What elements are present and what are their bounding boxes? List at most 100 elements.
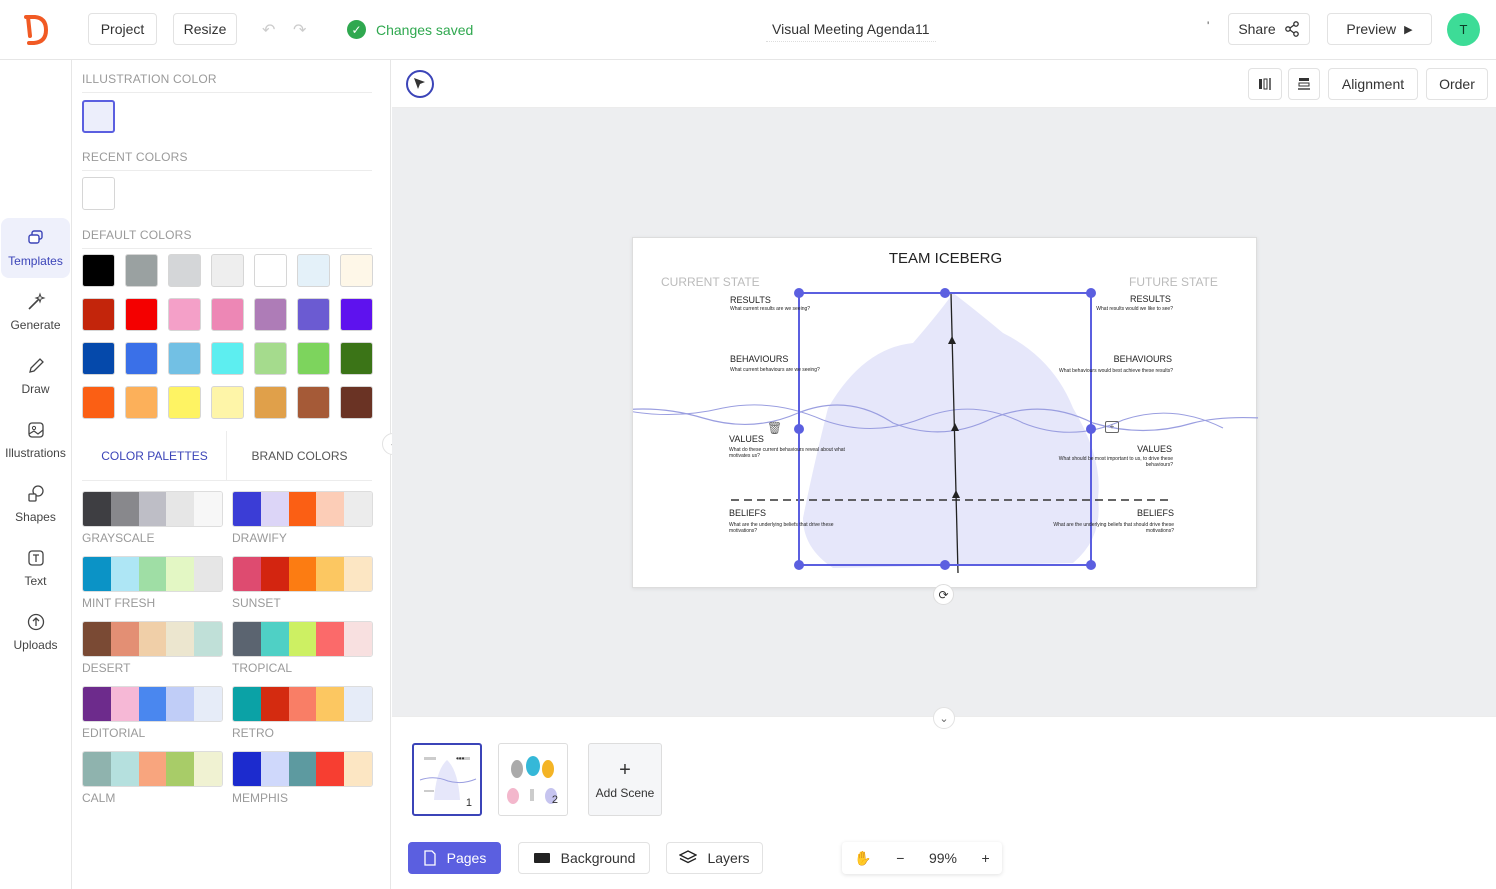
right-behaviours-text[interactable]: What behaviours would best achieve these… <box>1023 368 1173 374</box>
default-color-swatch[interactable] <box>125 298 158 331</box>
right-behaviours-label[interactable]: BEHAVIOURS <box>1103 354 1172 364</box>
scene-thumbnail[interactable]: 2 <box>498 743 568 816</box>
user-avatar[interactable]: T <box>1447 13 1480 46</box>
trash-icon[interactable]: 🗑 <box>767 421 782 435</box>
current-state-heading[interactable]: CURRENT STATE <box>661 275 760 289</box>
left-results-text[interactable]: What current results are we seeing? <box>730 306 850 312</box>
default-color-swatch[interactable] <box>211 298 244 331</box>
default-color-swatch[interactable] <box>297 386 330 419</box>
default-color-swatch[interactable] <box>297 298 330 331</box>
rotate-handle-icon[interactable]: ⟳ <box>933 584 954 605</box>
rail-item-shapes[interactable]: Shapes <box>1 474 70 534</box>
default-color-swatch[interactable] <box>168 254 201 287</box>
right-results-label[interactable]: RESULTS <box>1130 294 1171 304</box>
color-palette-swatch[interactable] <box>232 751 373 787</box>
tab-color-palettes[interactable]: COLOR PALETTES <box>82 431 227 481</box>
color-palette-swatch[interactable] <box>82 556 223 592</box>
color-palette-swatch[interactable] <box>82 686 223 722</box>
default-color-swatch[interactable] <box>297 254 330 287</box>
default-color-swatch[interactable] <box>125 342 158 375</box>
order-button[interactable]: Order <box>1426 68 1488 100</box>
iceberg-illustration[interactable] <box>633 238 1258 589</box>
tab-brand-colors[interactable]: BRAND COLORS <box>227 431 372 481</box>
recent-color-swatch[interactable] <box>82 177 115 210</box>
drawify-logo-icon[interactable] <box>22 14 50 46</box>
right-values-text[interactable]: What should be most important to us, to … <box>1053 456 1173 468</box>
color-palette-swatch[interactable] <box>232 686 373 722</box>
color-palette-swatch[interactable] <box>82 621 223 657</box>
collapse-scenes-button[interactable]: ⌄ <box>933 707 955 729</box>
default-color-swatch[interactable] <box>254 342 287 375</box>
default-color-swatch[interactable] <box>82 298 115 331</box>
default-color-swatch[interactable] <box>82 386 115 419</box>
color-palette-swatch[interactable] <box>232 621 373 657</box>
left-behaviours-text[interactable]: What current behaviours are we seeing? <box>730 367 860 373</box>
default-color-swatch[interactable] <box>340 298 373 331</box>
background-button[interactable]: Background <box>518 842 650 874</box>
left-results-label[interactable]: RESULTS <box>730 295 771 305</box>
add-scene-button[interactable]: + Add Scene <box>588 743 662 816</box>
default-color-swatch[interactable] <box>254 254 287 287</box>
zoom-in-button[interactable]: + <box>982 850 990 866</box>
right-results-text[interactable]: What results would we like to see? <box>1053 306 1173 312</box>
scene-thumbnail[interactable]: ••• 1 <box>412 743 482 816</box>
layers-icon <box>679 850 698 864</box>
project-button[interactable]: Project <box>88 13 157 45</box>
pages-button[interactable]: Pages <box>408 842 501 874</box>
default-color-swatch[interactable] <box>125 386 158 419</box>
default-color-swatch[interactable] <box>340 342 373 375</box>
document-title[interactable]: Visual Meeting Agenda11 <box>766 18 936 42</box>
color-palette-swatch[interactable] <box>82 491 223 527</box>
rail-item-text[interactable]: Text <box>1 538 70 598</box>
duplicate-icon[interactable]: + <box>1105 421 1119 433</box>
slide-canvas[interactable]: TEAM ICEBERG CURRENT STATE FUTURE STATE … <box>632 237 1258 589</box>
rail-item-draw[interactable]: Draw <box>1 346 70 406</box>
select-tool-button[interactable] <box>406 70 434 98</box>
default-color-swatch[interactable] <box>168 342 201 375</box>
color-palette-swatch[interactable] <box>232 556 373 592</box>
stack-button[interactable] <box>1288 68 1320 100</box>
hand-pan-icon[interactable]: ✋ <box>854 850 871 867</box>
default-color-swatch[interactable] <box>254 386 287 419</box>
left-beliefs-text[interactable]: What are the underlying beliefs that dri… <box>729 522 839 534</box>
default-color-swatch[interactable] <box>340 254 373 287</box>
rail-item-templates[interactable]: Templates <box>1 218 70 278</box>
resize-button[interactable]: Resize <box>173 13 237 45</box>
rail-item-generate[interactable]: Generate <box>1 282 70 342</box>
default-color-swatch[interactable] <box>211 254 244 287</box>
default-color-swatch[interactable] <box>340 386 373 419</box>
default-color-swatch[interactable] <box>168 298 201 331</box>
alignment-button[interactable]: Alignment <box>1328 68 1418 100</box>
left-beliefs-label[interactable]: BELIEFS <box>729 508 766 518</box>
right-beliefs-label[interactable]: BELIEFS <box>1123 508 1174 518</box>
default-color-swatch[interactable] <box>168 386 201 419</box>
default-color-swatch[interactable] <box>82 342 115 375</box>
zoom-out-button[interactable]: − <box>896 850 904 866</box>
default-color-swatch[interactable] <box>211 386 244 419</box>
rail-item-illustrations[interactable]: Illustrations <box>1 410 70 470</box>
rail-item-uploads[interactable]: Uploads <box>1 602 70 662</box>
default-color-swatch[interactable] <box>297 342 330 375</box>
slide-title[interactable]: TEAM ICEBERG <box>633 250 1258 267</box>
palette-name: DRAWIFY <box>232 531 287 545</box>
layers-button[interactable]: Layers <box>666 842 763 874</box>
right-values-label[interactable]: VALUES <box>1123 444 1172 454</box>
left-behaviours-label[interactable]: BEHAVIOURS <box>730 354 788 364</box>
share-button[interactable]: Share <box>1228 13 1310 45</box>
default-color-swatch[interactable] <box>254 298 287 331</box>
default-color-swatch[interactable] <box>82 254 115 287</box>
default-color-swatch[interactable] <box>125 254 158 287</box>
future-state-heading[interactable]: FUTURE STATE <box>1129 275 1218 289</box>
zoom-level[interactable]: 99% <box>929 850 957 866</box>
left-values-label[interactable]: VALUES <box>729 434 764 444</box>
illustration-color-swatch[interactable] <box>82 100 115 133</box>
redo-icon[interactable]: ↷ <box>293 20 306 40</box>
right-beliefs-text[interactable]: What are the underlying beliefs that sho… <box>1053 522 1174 534</box>
color-palette-swatch[interactable] <box>82 751 223 787</box>
color-palette-swatch[interactable] <box>232 491 373 527</box>
distribute-button[interactable] <box>1248 68 1282 100</box>
undo-icon[interactable]: ↶ <box>262 20 275 40</box>
default-color-swatch[interactable] <box>211 342 244 375</box>
preview-button[interactable]: Preview ▶ <box>1327 13 1432 45</box>
left-values-text[interactable]: What do these current behaviours reveal … <box>729 447 849 459</box>
